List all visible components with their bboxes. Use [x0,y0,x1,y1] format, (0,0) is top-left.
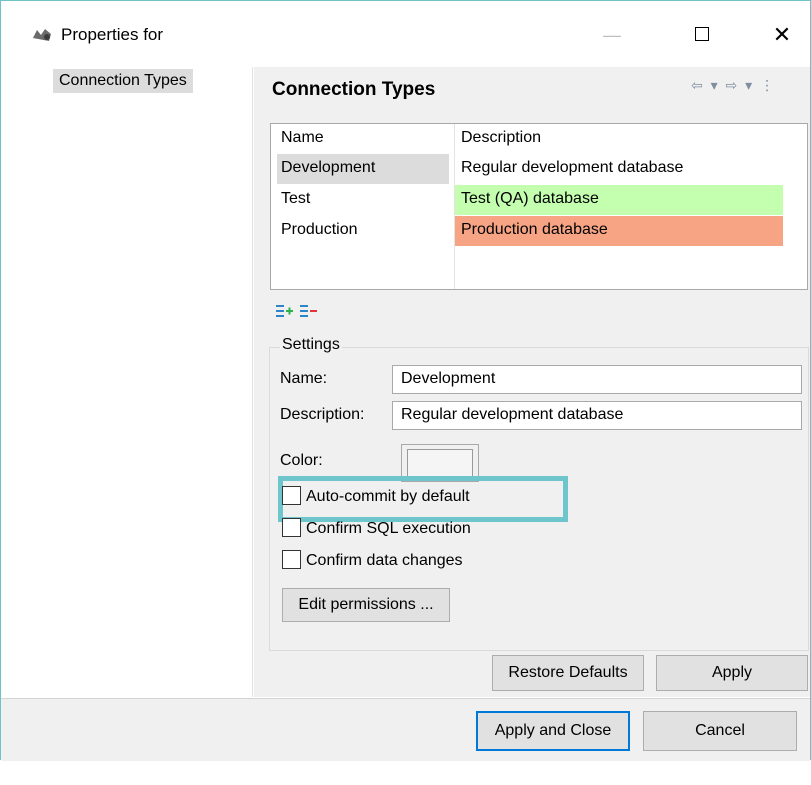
minimize-button[interactable]: — [589,17,635,53]
history-nav-controls[interactable]: ⇦ ▾ ⇨ ▾ ⋮ [691,77,776,94]
apply-button[interactable]: Apply [656,655,808,691]
auto-commit-checkbox[interactable]: Auto-commit by default [282,485,470,506]
color-label: Color: [280,452,323,469]
row-name: Development [281,159,376,176]
table-row[interactable]: Development Regular development database [271,154,807,185]
auto-commit-label: Auto-commit by default [306,488,470,505]
edit-permissions-button[interactable]: Edit permissions ... [282,588,450,622]
name-field[interactable]: Development [392,365,802,394]
table-row[interactable]: Production Production database [271,216,807,247]
restore-defaults-button[interactable]: Restore Defaults [492,655,644,691]
history-nav-icons[interactable]: ⇦ ▾ ⇨ ▾ ⋮ [691,77,776,93]
connection-types-table: Name Description Development Regular dev… [270,123,808,290]
checkbox-box[interactable] [282,517,301,537]
description-field[interactable]: Regular development database [392,401,802,430]
remove-row-icon[interactable] [300,304,318,318]
dialog-footer: Apply and Close Cancel [1,698,810,761]
maximize-icon [695,27,709,42]
row-name: Test [281,190,311,207]
close-icon: ✕ [772,22,792,47]
checkbox-box[interactable] [282,549,301,569]
table-row[interactable]: Test Test (QA) database [271,185,807,216]
column-header-description[interactable]: Description [455,124,783,154]
name-label: Name: [280,370,328,387]
close-button[interactable]: ✕ [759,17,805,53]
cancel-button[interactable]: Cancel [643,711,797,751]
name-field-value: Development [401,370,496,387]
row-description: Production database [455,216,783,246]
table-header-row: Name Description [271,124,807,155]
apply-and-close-button[interactable]: Apply and Close [476,711,630,751]
add-row-icon[interactable] [276,304,294,318]
page-title: Connection Types [272,79,436,100]
description-field-value: Regular development database [401,406,624,423]
title-bar: Properties for — ✕ [1,1,810,67]
row-name: Production [281,221,358,238]
description-label: Description: [280,406,365,423]
page-content: Connection Types ⇦ ▾ ⇨ ▾ ⋮ Name Descript… [254,67,810,697]
preferences-nav: Connection Types [1,67,253,697]
list-actions [276,302,318,319]
checkbox-box[interactable] [282,485,301,505]
confirm-data-checkbox[interactable]: Confirm data changes [282,549,463,570]
properties-window: Properties for — ✕ Connection Types Conn… [0,0,811,761]
row-description: Regular development database [455,154,783,184]
color-swatch [407,449,473,477]
confirm-sql-label: Confirm SQL execution [306,520,471,537]
app-icon [33,29,51,41]
nav-item-connection-types[interactable]: Connection Types [53,69,193,93]
window-title: Properties for [61,25,164,44]
maximize-button[interactable] [679,17,725,53]
row-description: Test (QA) database [455,185,783,215]
confirm-sql-checkbox[interactable]: Confirm SQL execution [282,517,471,538]
column-header-name[interactable]: Name [281,129,324,147]
minimize-icon: — [603,25,621,45]
settings-group: Settings Name: Development Description: … [269,336,809,651]
settings-group-label: Settings [280,336,342,354]
confirm-data-label: Confirm data changes [306,552,463,569]
nav-item-label: Connection Types [59,72,187,89]
